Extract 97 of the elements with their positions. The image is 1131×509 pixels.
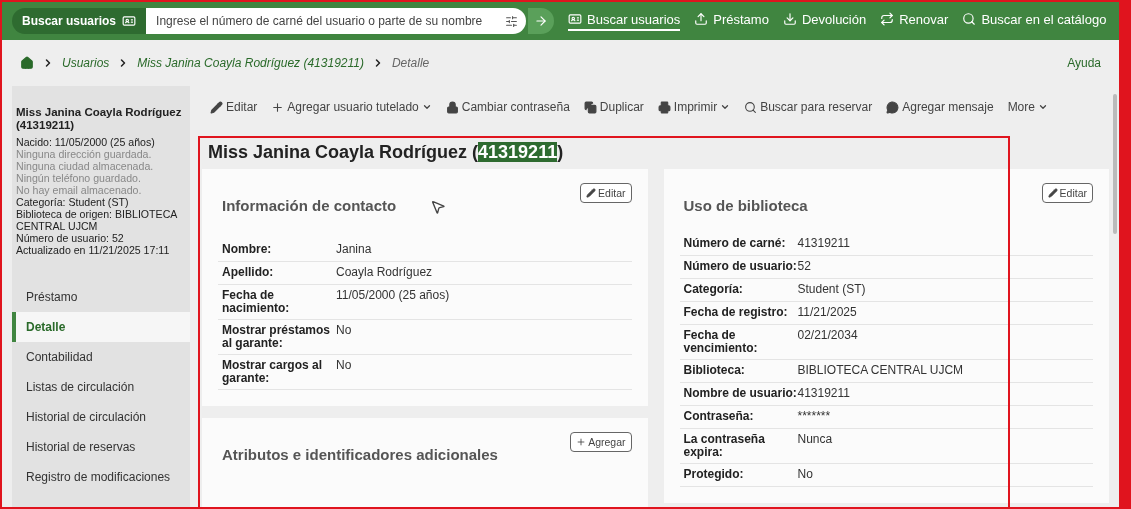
copy-icon: [583, 100, 597, 114]
arrow-right-icon: [534, 14, 549, 28]
caret-icon: [1037, 102, 1048, 112]
add-button[interactable]: Agregar: [570, 432, 632, 452]
field-label: Contraseña:: [683, 410, 755, 424]
sidebar-item[interactable]: Contabilidad: [12, 342, 190, 372]
field-value: 02/21/2034: [797, 329, 858, 344]
toolbar-button[interactable]: Agregar mensaje: [886, 100, 994, 114]
card-title: Atributos e identificadores adicionales: [222, 446, 498, 463]
edit-button[interactable]: Editar: [580, 183, 632, 203]
toolbar-button[interactable]: Duplicar: [583, 100, 644, 114]
pencil-icon: [586, 188, 597, 198]
printer-icon: [657, 100, 671, 114]
plus-icon: [576, 437, 587, 447]
lock-icon: [445, 100, 459, 114]
field-value: BIBLIOTECA CENTRAL UJCM: [797, 364, 964, 378]
scrollbar[interactable]: [1113, 94, 1117, 234]
field-value: Janina: [336, 243, 372, 257]
patron-info: Ningún teléfono guardado.: [15, 172, 142, 184]
field-label: Fecha de nacimiento:: [222, 289, 291, 315]
toolbar-button[interactable]: More: [1007, 100, 1048, 114]
submit-button[interactable]: [528, 8, 555, 34]
field-label: Fecha de registro:: [683, 306, 789, 320]
breadcrumb-link[interactable]: Usuarios: [62, 56, 110, 70]
field-label: Mostrar cargos al garante:: [222, 359, 324, 385]
nav-link[interactable]: Préstamo: [694, 11, 769, 31]
search-icon: [962, 12, 977, 26]
repeat-icon: [880, 12, 895, 26]
caret-icon: [720, 102, 731, 112]
id-card-icon: [568, 12, 583, 26]
field-value: Nunca: [797, 433, 833, 448]
help-link[interactable]: Ayuda: [1067, 56, 1101, 70]
caret-icon: [421, 102, 432, 112]
field-value: 41319211: [797, 237, 850, 251]
patron-info: Ninguna ciudad almacenada.: [15, 160, 155, 172]
field-label: La contraseña expira:: [683, 433, 766, 459]
breadcrumb-link[interactable]: Miss Janina Coayla Rodríguez (41319211): [137, 56, 364, 70]
plus-icon: [271, 100, 285, 114]
sidebar-item[interactable]: Registro de modificaciones: [12, 462, 190, 492]
toolbar-button[interactable]: Imprimir: [657, 100, 731, 114]
field-value: *******: [797, 410, 831, 424]
filter-icon[interactable]: [505, 14, 519, 28]
pencil-icon: [210, 100, 223, 114]
patron-info: Actualizado en 11/21/2025 17:11: [15, 244, 171, 256]
patron-name: Miss Janina Coayla Rodríguez (41319211): [15, 106, 183, 133]
field-label: Mostrar préstamos al garante:: [222, 324, 332, 350]
sidebar-item[interactable]: Listas de circulación: [12, 372, 190, 402]
field-value: No: [336, 359, 352, 374]
field-value: No: [797, 468, 813, 482]
field-label: Número de carné:: [683, 237, 787, 251]
patron-info: Biblioteca de origen: BIBLIOTECA CENTRAL UJCM: [15, 208, 178, 232]
patron-info: Ninguna dirección guardada.: [15, 148, 153, 160]
field-label: Biblioteca:: [683, 364, 746, 378]
nav-link[interactable]: Buscar en el catálogo: [962, 11, 1107, 31]
speech-bubble-icon: [886, 100, 900, 114]
field-value: 11/21/2025: [797, 306, 857, 320]
card-title: Información de contacto: [222, 197, 397, 214]
field-label: Fecha de vencimiento:: [683, 329, 759, 355]
toolbar-button[interactable]: Agregar usuario tutelado: [271, 100, 432, 114]
field-value: 41319211: [797, 387, 850, 401]
patron-info: Número de usuario: 52: [15, 232, 125, 244]
field-value: Student (ST): [797, 283, 866, 297]
nav-link[interactable]: Renovar: [880, 11, 949, 31]
sidebar-item[interactable]: Detalle: [12, 312, 190, 342]
patron-info: No hay email almacenado.: [15, 184, 143, 196]
home-icon[interactable]: [20, 56, 34, 70]
nav-link[interactable]: Buscar usuarios: [568, 11, 681, 31]
field-value: Coayla Rodríguez: [336, 266, 433, 280]
search-field[interactable]: Ingrese el número de carné del usuario o parte de su nombre: [146, 8, 527, 34]
field-value: 52: [797, 260, 811, 274]
field-label: Categoría:: [683, 283, 744, 297]
patron-info: Categoría: Student (ST): [15, 196, 130, 208]
field-label: Protegido:: [683, 468, 745, 482]
patron-info: Nacido: 11/05/2000 (25 años): [15, 136, 156, 148]
cursor-icon: [430, 199, 446, 215]
sidebar-item[interactable]: Historial de circulación: [12, 402, 190, 432]
search-icon: [744, 100, 758, 114]
toolbar-button[interactable]: Cambiar contraseña: [445, 100, 570, 114]
pencil-icon: [1047, 188, 1058, 198]
field-label: Apellido:: [222, 266, 275, 280]
field-value: No: [336, 324, 352, 339]
nav-link[interactable]: Devolución: [782, 11, 867, 31]
edit-button[interactable]: Editar: [1041, 183, 1093, 203]
download-icon: [782, 12, 797, 26]
field-value: 11/05/2000 (25 años): [336, 289, 450, 304]
upload-icon: [694, 12, 709, 26]
field-label: Nombre de usuario:: [683, 387, 798, 401]
sidebar-item[interactable]: Historial de reservas: [12, 432, 190, 462]
sidebar-item[interactable]: Préstamo: [12, 282, 190, 312]
toolbar-button[interactable]: Buscar para reservar: [744, 100, 873, 114]
toolbar-button[interactable]: Editar: [210, 100, 258, 114]
field-label: Nombre:: [222, 243, 273, 257]
id-card-icon: [122, 14, 137, 28]
card-title: Uso de biblioteca: [683, 197, 808, 214]
breadcrumb-link[interactable]: Detalle: [391, 56, 430, 70]
search-label[interactable]: Buscar usuarios: [12, 8, 147, 34]
field-label: Número de usuario:: [683, 260, 798, 274]
